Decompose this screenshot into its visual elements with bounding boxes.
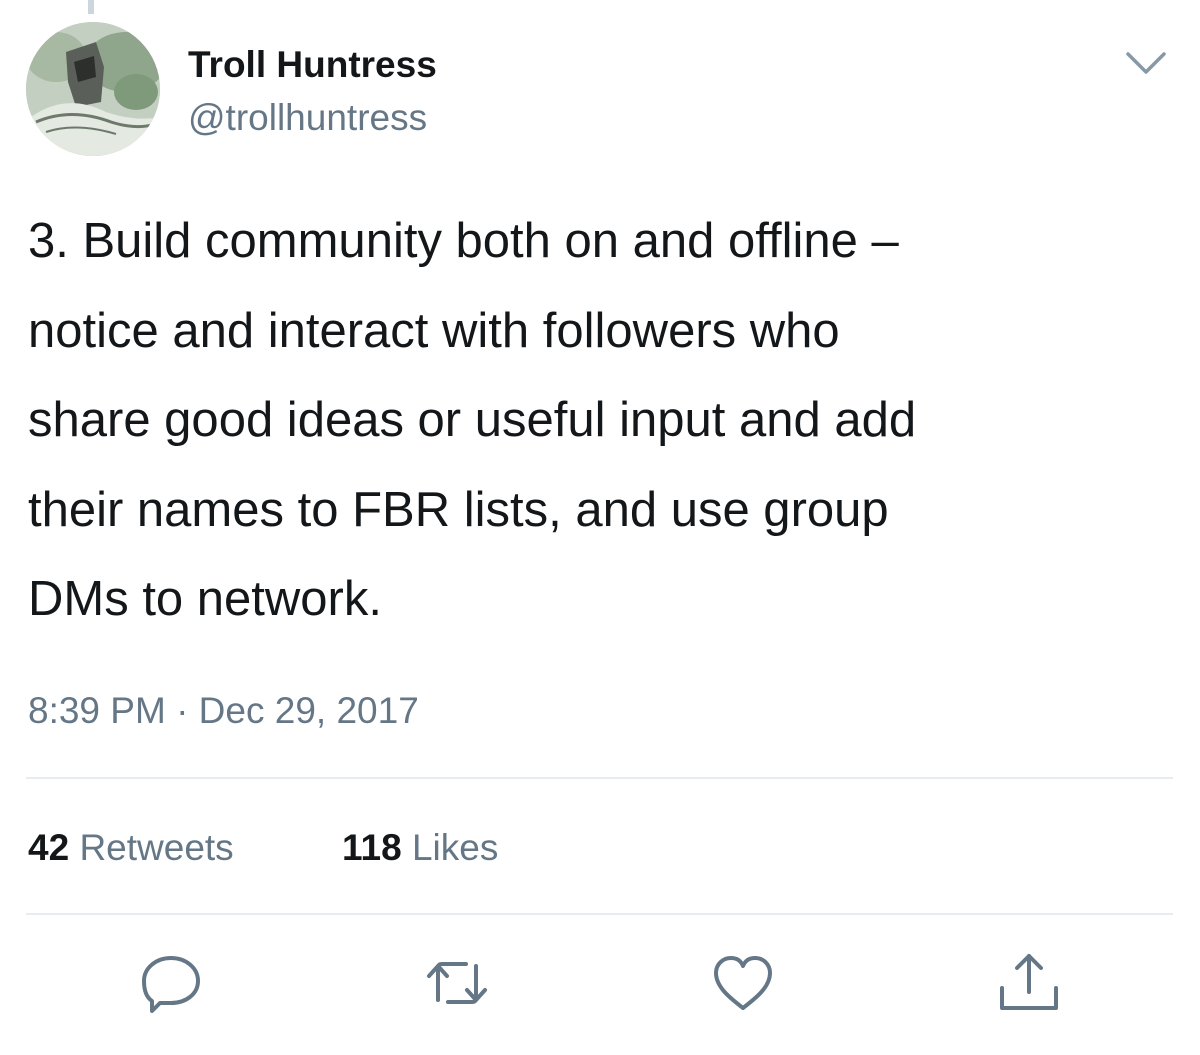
more-options-button[interactable] (1122, 44, 1170, 80)
retweet-button[interactable] (424, 950, 490, 1016)
reply-button[interactable] (138, 950, 204, 1016)
retweets-count: 42 (28, 827, 70, 868)
heart-icon (714, 956, 772, 1010)
likes-label: Likes (411, 827, 499, 868)
divider (26, 913, 1173, 915)
author-handle[interactable]: @trollhuntress (188, 97, 427, 139)
thread-connector-line (88, 0, 94, 14)
retweets-stat[interactable]: 42 Retweets (28, 827, 234, 869)
tweet-timestamp[interactable]: 8:39 PM · Dec 29, 2017 (28, 690, 419, 732)
retweet-icon (427, 962, 487, 1004)
share-button[interactable] (996, 950, 1062, 1016)
divider (26, 777, 1173, 779)
likes-stat[interactable]: 118 Likes (342, 827, 498, 869)
like-button[interactable] (710, 950, 776, 1016)
reply-icon (142, 956, 200, 1013)
share-icon (1000, 954, 1058, 1010)
retweets-label: Retweets (79, 827, 234, 868)
tweet-text: 3. Build community both on and offline –… (28, 214, 917, 626)
author-avatar[interactable] (26, 22, 160, 156)
chevron-down-icon (1126, 52, 1166, 74)
avatar-image (26, 22, 160, 156)
likes-count: 118 (342, 827, 402, 868)
author-display-name[interactable]: Troll Huntress (188, 44, 437, 86)
